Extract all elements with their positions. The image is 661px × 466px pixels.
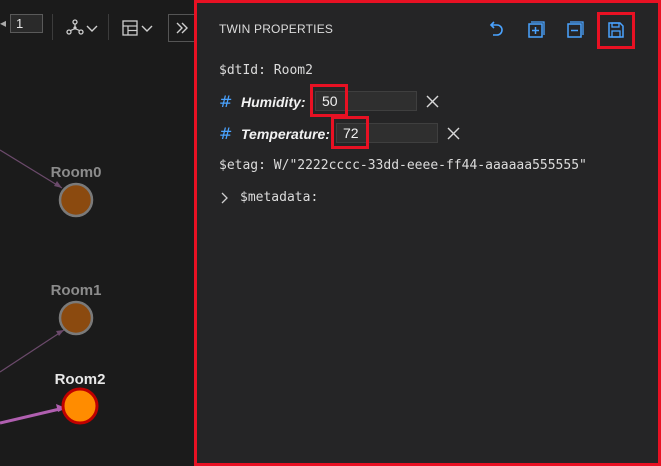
twin-properties-panel: TWIN PROPERTIES $dtId: Room2 # Humidity:… bbox=[194, 0, 661, 466]
metadata-row[interactable]: $metadata: bbox=[219, 190, 318, 205]
graph-pane: ◂ 1 Room0 Room1 Room2 bbox=[0, 0, 194, 466]
close-icon bbox=[426, 95, 438, 107]
number-type-icon: # bbox=[219, 124, 233, 143]
undo-button[interactable] bbox=[485, 19, 507, 41]
property-name-humidity: Humidity: bbox=[241, 93, 306, 110]
expand-all-button[interactable] bbox=[525, 19, 547, 41]
chevron-right-icon[interactable] bbox=[219, 192, 231, 204]
save-button[interactable] bbox=[605, 19, 627, 41]
node-label-room2: Room2 bbox=[54, 371, 106, 388]
expand-all-icon bbox=[528, 21, 545, 38]
number-type-icon: # bbox=[219, 92, 233, 111]
clear-humidity-button[interactable] bbox=[425, 94, 439, 108]
property-row-humidity: # Humidity: bbox=[219, 92, 306, 111]
etag-value: W/"2222cccc-33dd-eeee-ff44-aaaaaa555555" bbox=[273, 158, 587, 173]
etag-row: $etag: W/"2222cccc-33dd-eeee-ff44-aaaaaa… bbox=[219, 158, 587, 173]
close-icon bbox=[447, 127, 459, 139]
dtid-label: $dtId: bbox=[219, 63, 266, 78]
node-label-room0: Room0 bbox=[50, 164, 102, 181]
collapse-all-icon bbox=[567, 21, 584, 38]
node-label-room1: Room1 bbox=[50, 282, 102, 299]
property-row-temperature: # Temperature: bbox=[219, 124, 330, 143]
temperature-input-highlight bbox=[331, 116, 369, 149]
relationship-edge[interactable] bbox=[0, 329, 65, 373]
selected-relationship-edge[interactable] bbox=[0, 406, 65, 425]
clear-temperature-button[interactable] bbox=[446, 126, 460, 140]
twin-node-room2-selected[interactable] bbox=[61, 387, 99, 425]
panel-title: TWIN PROPERTIES bbox=[219, 22, 334, 36]
twin-graph-canvas[interactable] bbox=[0, 0, 194, 466]
undo-icon bbox=[489, 21, 503, 36]
save-icon bbox=[608, 22, 624, 38]
dtid-value: Room2 bbox=[273, 63, 313, 78]
dtid-row: $dtId: Room2 bbox=[219, 63, 313, 78]
edge-arrowhead bbox=[54, 181, 62, 188]
humidity-input-highlight bbox=[310, 84, 348, 117]
collapse-all-button[interactable] bbox=[564, 19, 586, 41]
metadata-label: $metadata: bbox=[240, 190, 319, 205]
twin-node-room1[interactable] bbox=[58, 300, 94, 336]
twin-node-room0[interactable] bbox=[58, 182, 94, 218]
etag-label: $etag: bbox=[219, 158, 266, 173]
property-name-temperature: Temperature: bbox=[241, 125, 330, 142]
